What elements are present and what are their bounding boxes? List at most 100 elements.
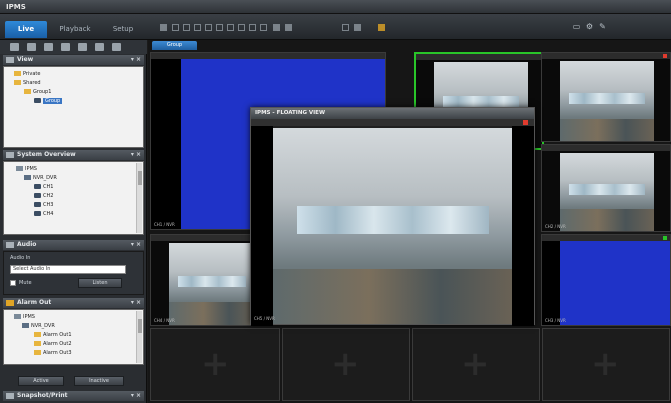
monitor-icon[interactable]: ▭ — [572, 22, 581, 31]
camera-label: CH1 / NVR — [154, 222, 175, 227]
alarm-inactive-button[interactable]: Inactive — [74, 376, 124, 386]
record-indicator — [663, 54, 667, 58]
audio-panel-header[interactable]: Audio ▾ × — [3, 240, 144, 250]
snapshot-header[interactable]: Snapshot/Print ▾ × — [3, 391, 144, 401]
alarm-active-button[interactable]: Active — [18, 376, 64, 386]
tree-item-ch1[interactable]: CH1 — [34, 183, 53, 191]
audio-panel-title: Audio — [17, 241, 37, 248]
sequence-icon[interactable] — [342, 24, 349, 31]
scrollbar[interactable] — [136, 163, 142, 233]
empty-cell[interactable]: + — [542, 328, 670, 401]
video-cell[interactable] — [541, 52, 671, 142]
cell-header — [542, 53, 670, 59]
camera-feed — [169, 243, 254, 325]
gear-icon[interactable]: ⚙ — [585, 22, 594, 31]
floating-view-title[interactable]: IPMS - FLOATING VIEW — [251, 108, 534, 119]
tree-item-alarm-out3[interactable]: Alarm Out3 — [34, 349, 72, 357]
listen-button[interactable]: Listen — [78, 278, 122, 288]
camera-label: CH2 / NVR — [545, 224, 566, 229]
scrollbar[interactable] — [136, 311, 142, 363]
camera-label: CH4 / NVR — [154, 318, 175, 323]
camera-label: CH5 / NVR — [254, 316, 275, 321]
layout-2x2-icon[interactable] — [183, 24, 190, 31]
capture-icon[interactable] — [354, 24, 361, 31]
tree-item-alarm-out1[interactable]: Alarm Out1 — [34, 331, 72, 339]
video-cell[interactable]: CH4 / NVR — [150, 234, 255, 326]
tree-item-private[interactable]: Private — [14, 70, 40, 78]
mute-label: Mute — [19, 280, 32, 286]
view-icon[interactable] — [10, 43, 19, 51]
folder-icon[interactable] — [378, 24, 385, 31]
collapse-icon[interactable]: ▾ × — [131, 150, 141, 160]
collapse-icon[interactable]: ▾ × — [131, 55, 141, 65]
camera-label: CH3 / NVR — [545, 318, 566, 323]
view-group-tab[interactable]: Group — [152, 41, 197, 50]
layout-prev-icon[interactable] — [160, 24, 167, 31]
tree-item-ch4[interactable]: CH4 — [34, 210, 53, 218]
layout-6x6-icon[interactable] — [260, 24, 267, 31]
layout-5x5-icon[interactable] — [216, 24, 223, 31]
snapshot-icon — [6, 393, 14, 399]
tree-item-nvr[interactable]: NVR_DVR — [22, 322, 55, 330]
add-camera-icon[interactable]: + — [461, 347, 490, 381]
tab-setup[interactable]: Setup — [102, 21, 144, 38]
tree-item-ch3[interactable]: CH3 — [34, 201, 53, 209]
grid-icon — [34, 98, 41, 103]
folder-icon — [14, 71, 21, 76]
device-icon[interactable] — [44, 43, 53, 51]
title-bar: IPMS — [0, 0, 671, 14]
view-panel-title: View — [17, 56, 34, 63]
empty-cell[interactable]: + — [282, 328, 410, 401]
system-overview-title: System Overview — [17, 151, 76, 158]
pin-icon[interactable]: ✎ — [598, 22, 607, 31]
collapse-icon[interactable]: ▾ × — [131, 240, 141, 250]
layout-4x4-icon[interactable] — [205, 24, 212, 31]
layout-1plus5-icon[interactable] — [227, 24, 234, 31]
add-camera-icon[interactable]: + — [201, 347, 230, 381]
view-panel-icon — [6, 57, 14, 63]
camera-icon — [34, 193, 41, 198]
camera-feed — [560, 61, 654, 141]
list-icon[interactable] — [27, 43, 36, 51]
user-icon[interactable] — [78, 43, 87, 51]
fullscreen-icon[interactable] — [273, 24, 280, 31]
event-icon[interactable] — [61, 43, 70, 51]
layout-1plus12-icon[interactable] — [249, 24, 256, 31]
tree-item-ipms[interactable]: IPMS — [16, 165, 37, 173]
collapse-icon[interactable]: ▾ × — [131, 391, 141, 401]
layout-1plus7-icon[interactable] — [238, 24, 245, 31]
tree-item-alarm-out2[interactable]: Alarm Out2 — [34, 340, 72, 348]
alarm-icon — [34, 341, 41, 346]
alarm-out-header[interactable]: Alarm Out ▾ × — [3, 298, 144, 308]
tree-item-ch2[interactable]: CH2 — [34, 192, 53, 200]
tree-item-group1[interactable]: Group1 — [24, 88, 51, 96]
audio-panel: Audio In Select Audio In Mute Listen — [3, 251, 144, 295]
floating-view-window[interactable]: IPMS - FLOATING VIEW CH5 / NVR — [250, 107, 535, 326]
tree-item-nvr[interactable]: NVR_DVR — [24, 174, 57, 182]
empty-cell[interactable]: + — [412, 328, 540, 401]
map-icon[interactable] — [95, 43, 104, 51]
video-cell[interactable]: CH3 / NVR — [541, 234, 671, 326]
audio-in-select[interactable]: Select Audio In — [10, 265, 126, 274]
add-camera-icon[interactable]: + — [331, 347, 360, 381]
server-icon — [16, 166, 23, 171]
tab-live[interactable]: Live — [5, 21, 47, 38]
tree-item-group[interactable]: Group — [34, 97, 63, 105]
add-camera-icon[interactable]: + — [591, 347, 620, 381]
camera-feed — [560, 153, 654, 231]
video-cell[interactable]: CH2 / NVR — [541, 144, 671, 232]
empty-cell[interactable]: + — [150, 328, 280, 401]
view-panel-header[interactable]: View ▾ × — [3, 55, 144, 65]
tree-item-ipms[interactable]: IPMS — [14, 313, 35, 321]
settings-icon[interactable] — [112, 43, 121, 51]
system-overview-icon — [6, 152, 14, 158]
layout-3x3-icon[interactable] — [194, 24, 201, 31]
tree-item-shared[interactable]: Shared — [14, 79, 41, 87]
system-overview-header[interactable]: System Overview ▾ × — [3, 150, 144, 160]
collapse-icon[interactable]: ▾ × — [131, 298, 141, 308]
layout-1x1-icon[interactable] — [172, 24, 179, 31]
dvr-icon — [24, 175, 31, 180]
tab-playback[interactable]: Playback — [54, 21, 96, 38]
mute-checkbox[interactable] — [10, 280, 16, 286]
layout-dropdown-icon[interactable] — [285, 24, 292, 31]
